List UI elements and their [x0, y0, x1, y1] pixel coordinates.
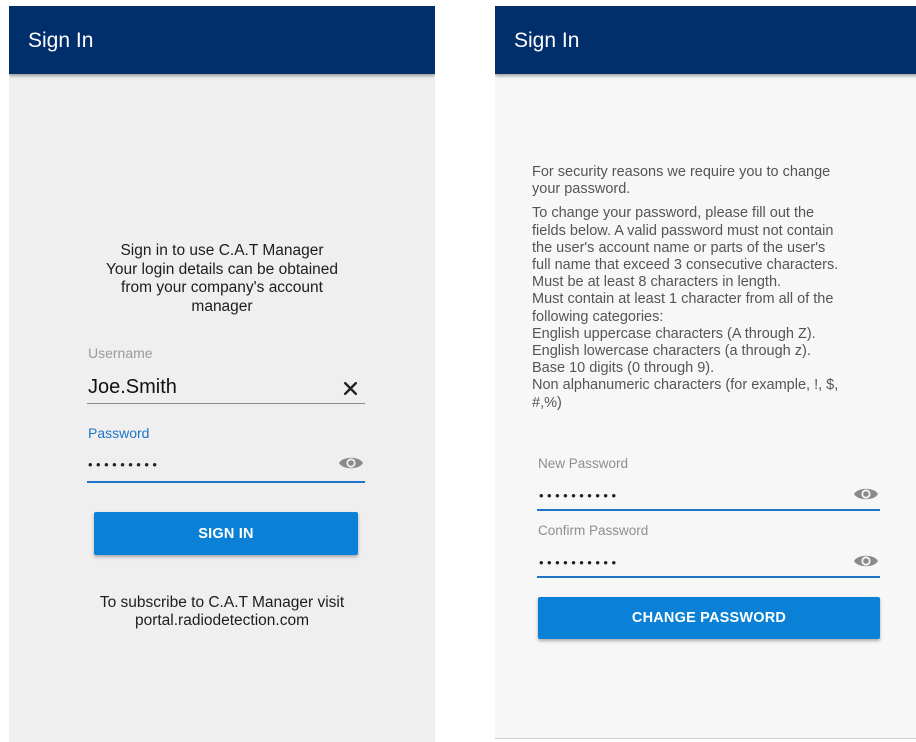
confirm-password-underline	[537, 576, 880, 578]
signin-intro-text: Sign in to use C.A.T Manager Your login …	[79, 242, 365, 316]
app-bar: Sign In	[9, 6, 435, 74]
requirement-line: fields below. A valid password must not …	[532, 222, 834, 239]
password-requirements: To change your password, please fill out…	[532, 205, 892, 411]
subscribe-footer: To subscribe to C.A.T Manager visit port…	[69, 594, 375, 630]
username-underline	[87, 403, 365, 404]
intro-line: Your login details can be obtained	[105, 260, 339, 278]
new-password-input[interactable]: ••••••••••	[539, 489, 620, 503]
signin-screen: Sign In Sign in to use C.A.T Manager You…	[9, 6, 435, 742]
app-bar-title: Sign In	[514, 29, 580, 52]
intro-line: Sign in to use C.A.T Manager	[120, 242, 324, 259]
eye-icon[interactable]	[851, 550, 881, 572]
change-password-button[interactable]: CHANGE PASSWORD	[538, 597, 880, 639]
app-bar-title: Sign In	[28, 29, 94, 52]
intro-line: manager	[191, 297, 253, 315]
app-bar: Sign In	[495, 6, 916, 74]
sign-in-button[interactable]: SIGN IN	[94, 512, 358, 555]
requirement-line: Must be at least 8 characters in length.	[532, 274, 782, 291]
new-password-underline	[537, 509, 880, 511]
security-line: your password.	[532, 181, 631, 198]
footer-line: To subscribe to C.A.T Manager visit	[99, 594, 345, 611]
security-message: For security reasons we require you to c…	[532, 164, 892, 419]
requirement-line: English lowercase characters (a through …	[532, 343, 811, 360]
password-input[interactable]: •••••••••	[88, 458, 160, 472]
requirement-line: Must contain at least 1 character from a…	[532, 291, 834, 308]
close-icon[interactable]	[338, 376, 362, 400]
username-label: Username	[88, 345, 153, 361]
password-label: Password	[88, 425, 150, 441]
new-password-label: New Password	[538, 456, 629, 471]
requirement-line: following categories:	[532, 308, 664, 325]
requirement-line: full name that exceed 3 consecutive char…	[532, 257, 839, 274]
change-password-screen: Sign In For security reasons we require …	[495, 6, 916, 739]
eye-icon[interactable]	[851, 483, 881, 505]
password-underline	[87, 481, 365, 483]
requirement-line: Non alphanumeric characters (for example…	[532, 377, 839, 394]
requirement-line: #,%)	[532, 394, 562, 411]
security-notice: For security reasons we require you to c…	[532, 164, 892, 198]
requirement-line: the user's account name or parts of the …	[532, 239, 826, 256]
eye-icon[interactable]	[336, 452, 366, 474]
confirm-password-input[interactable]: ••••••••••	[539, 556, 620, 570]
username-input[interactable]: Joe.Smith	[88, 375, 177, 399]
security-line: For security reasons we require you to c…	[532, 164, 831, 180]
confirm-password-label: Confirm Password	[538, 523, 649, 538]
intro-line: from your company's account	[121, 279, 323, 296]
requirement-line: Base 10 digits (0 through 9).	[532, 360, 715, 377]
requirement-line: To change your password, please fill out…	[532, 205, 815, 222]
footer-link[interactable]: portal.radiodetection.com	[69, 612, 375, 630]
requirement-line: English uppercase characters (A through …	[532, 325, 816, 342]
